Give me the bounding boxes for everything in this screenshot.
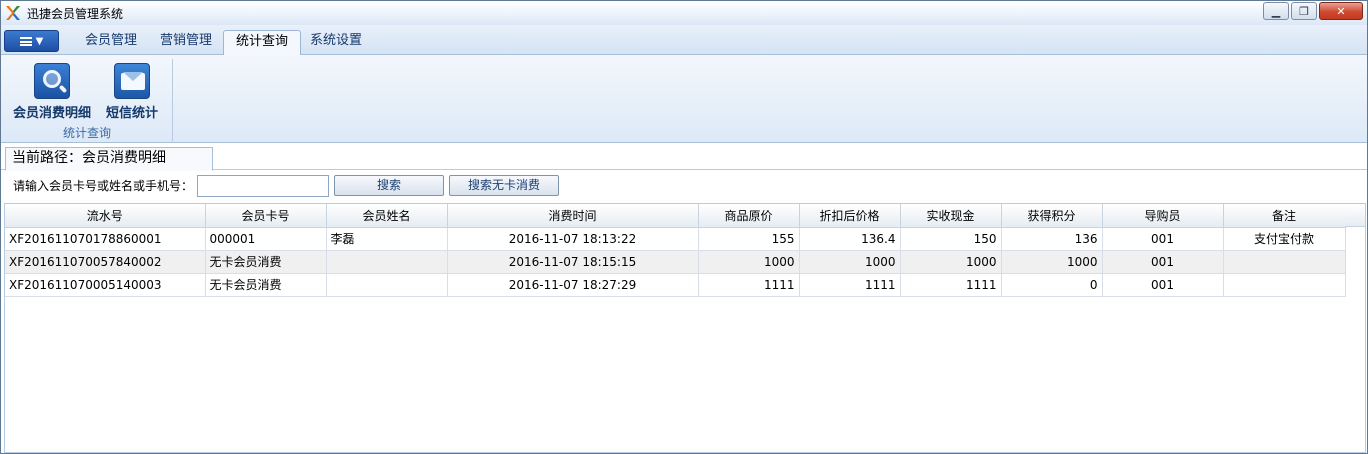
tab-statistics-query[interactable]: 统计查询 bbox=[223, 30, 302, 56]
table-cell: 001 bbox=[1102, 273, 1224, 297]
table-cell: 0 bbox=[1001, 273, 1103, 297]
table-cell bbox=[1223, 273, 1346, 297]
column-header[interactable]: 流水号 bbox=[5, 204, 206, 228]
sms-statistics-label: 短信统计 bbox=[106, 106, 159, 121]
column-header[interactable]: 会员卡号 bbox=[205, 204, 327, 228]
search-nocard-button[interactable]: 搜索无卡消费 bbox=[449, 175, 559, 196]
title-bar: 迅捷会员管理系统 ▁ ❐ ✕ bbox=[1, 1, 1367, 25]
table-cell: 150 bbox=[900, 227, 1002, 251]
table-cell: 000001 bbox=[205, 227, 327, 251]
table-cell: 无卡会员消费 bbox=[205, 250, 327, 274]
tab-member-management[interactable]: 会员管理 bbox=[73, 30, 149, 55]
table-cell: 001 bbox=[1102, 227, 1224, 251]
column-header[interactable]: 获得积分 bbox=[1001, 204, 1103, 228]
table-cell: 1000 bbox=[799, 250, 901, 274]
table-cell: 1000 bbox=[900, 250, 1002, 274]
maximize-icon: ❐ bbox=[1299, 4, 1309, 18]
mail-icon bbox=[114, 63, 150, 99]
tab-marketing-management[interactable]: 营销管理 bbox=[148, 30, 224, 55]
column-header[interactable]: 折扣后价格 bbox=[799, 204, 901, 228]
column-header[interactable]: 消费时间 bbox=[447, 204, 699, 228]
table-cell: 1000 bbox=[698, 250, 800, 274]
app-window: 迅捷会员管理系统 ▁ ❐ ✕ ▼ 会员管理 营销管理 统计查询 系统设置 会员消… bbox=[0, 0, 1368, 454]
table-cell: 无卡会员消费 bbox=[205, 273, 327, 297]
table-cell: 李磊 bbox=[326, 227, 448, 251]
search-icon bbox=[34, 63, 70, 99]
table-cell bbox=[326, 250, 448, 274]
table-header-filler bbox=[1345, 204, 1365, 227]
table-cell bbox=[326, 273, 448, 297]
minimize-button[interactable]: ▁ bbox=[1263, 2, 1289, 20]
table-cell: XF201611070005140003 bbox=[5, 273, 206, 297]
table-cell: 2016-11-07 18:15:15 bbox=[447, 250, 699, 274]
table-cell: 1000 bbox=[1001, 250, 1103, 274]
close-button[interactable]: ✕ bbox=[1319, 2, 1363, 20]
search-button[interactable]: 搜索 bbox=[334, 175, 444, 196]
table-header-row: 流水号 会员卡号 会员姓名 消费时间 商品原价 折扣后价格 实收现金 获得积分 … bbox=[5, 204, 1346, 228]
search-label: 请输入会员卡号或姓名或手机号： bbox=[13, 179, 194, 193]
table-row[interactable]: XF201611070057840002 无卡会员消费 2016-11-07 1… bbox=[5, 250, 1346, 274]
table-cell: XF201611070178860001 bbox=[5, 227, 206, 251]
maximize-button[interactable]: ❐ bbox=[1291, 2, 1317, 20]
member-consumption-detail-label: 会员消费明细 bbox=[13, 106, 92, 121]
table-cell: 2016-11-07 18:27:29 bbox=[447, 273, 699, 297]
ribbon-group-title: 统计查询 bbox=[62, 126, 111, 140]
table-cell: 1111 bbox=[799, 273, 901, 297]
close-icon: ✕ bbox=[1336, 4, 1346, 18]
table-cell: 001 bbox=[1102, 250, 1224, 274]
table-cell: 1111 bbox=[900, 273, 1002, 297]
tab-system-settings[interactable]: 系统设置 bbox=[298, 30, 374, 55]
chevron-down-icon: ▼ bbox=[35, 35, 44, 47]
table-cell bbox=[1223, 250, 1346, 274]
app-logo-icon bbox=[4, 4, 22, 22]
column-header[interactable]: 导购员 bbox=[1102, 204, 1224, 228]
window-title: 迅捷会员管理系统 bbox=[27, 6, 124, 21]
table-cell: 支付宝付款 bbox=[1223, 227, 1346, 251]
current-path-tab[interactable]: 当前路径：会员消费明细 bbox=[5, 147, 213, 171]
ribbon-tab-strip: ▼ 会员管理 营销管理 统计查询 系统设置 bbox=[1, 25, 1367, 56]
sms-statistics-button[interactable]: 短信统计 bbox=[106, 63, 158, 121]
menu-icon bbox=[19, 36, 32, 46]
column-header[interactable]: 备注 bbox=[1223, 204, 1346, 228]
search-bar: 请输入会员卡号或姓名或手机号： 搜索 搜索无卡消费 bbox=[1, 171, 1367, 201]
column-header[interactable]: 实收现金 bbox=[900, 204, 1002, 228]
table-cell: 2016-11-07 18:13:22 bbox=[447, 227, 699, 251]
ribbon-panel: 会员消费明细 短信统计 统计查询 bbox=[1, 55, 1367, 143]
table-cell: XF201611070057840002 bbox=[5, 250, 206, 274]
table-cell: 136 bbox=[1001, 227, 1103, 251]
ribbon-group-statistics: 会员消费明细 短信统计 统计查询 bbox=[7, 59, 173, 143]
table-row[interactable]: XF201611070178860001 000001 李磊 2016-11-0… bbox=[5, 227, 1346, 251]
table-cell: 136.4 bbox=[799, 227, 901, 251]
search-input[interactable] bbox=[197, 175, 329, 197]
minimize-icon: ▁ bbox=[1271, 4, 1281, 18]
app-menu-button[interactable]: ▼ bbox=[4, 30, 59, 52]
consumption-table: 流水号 会员卡号 会员姓名 消费时间 商品原价 折扣后价格 实收现金 获得积分 … bbox=[4, 203, 1366, 453]
window-controls: ▁ ❐ ✕ bbox=[1263, 2, 1363, 20]
table-cell: 155 bbox=[698, 227, 800, 251]
path-strip: 当前路径：会员消费明细 bbox=[1, 144, 1367, 171]
table-row[interactable]: XF201611070005140003 无卡会员消费 2016-11-07 1… bbox=[5, 273, 1346, 297]
column-header[interactable]: 商品原价 bbox=[698, 204, 800, 228]
column-header[interactable]: 会员姓名 bbox=[326, 204, 448, 228]
member-consumption-detail-button[interactable]: 会员消费明细 bbox=[13, 63, 91, 121]
table-cell: 1111 bbox=[698, 273, 800, 297]
